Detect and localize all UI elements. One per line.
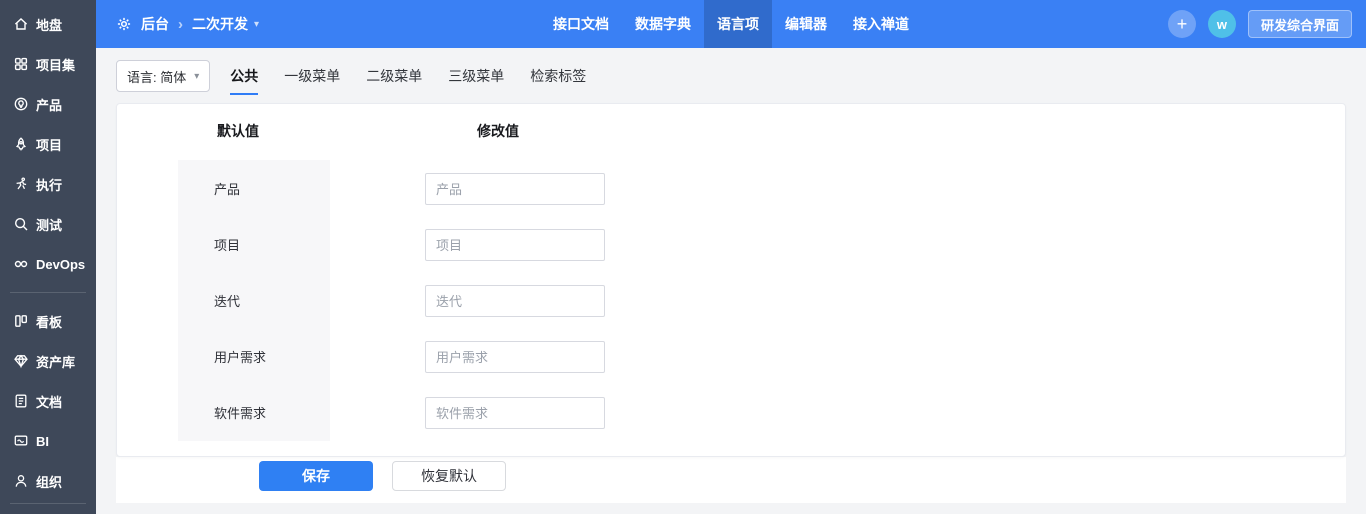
sidebar-item-execution[interactable]: 执行 bbox=[0, 164, 96, 204]
column-header-modified: 修改值 bbox=[477, 123, 519, 139]
chevron-down-icon: ▾ bbox=[194, 70, 200, 82]
breadcrumb-separator-icon: › bbox=[178, 15, 183, 33]
breadcrumb: 后台 › 二次开发 ▾ bbox=[116, 14, 259, 34]
sidebar-item-label: 产品 bbox=[36, 97, 63, 113]
default-value-label: 项目 bbox=[214, 237, 241, 253]
breadcrumb-root[interactable]: 后台 bbox=[141, 14, 169, 34]
sidebar-divider bbox=[10, 503, 86, 504]
default-value-label: 软件需求 bbox=[214, 405, 267, 421]
topbar-right: + w 研发综合界面 bbox=[1167, 10, 1352, 38]
sidebar-item-project[interactable]: 项目 bbox=[0, 124, 96, 164]
sidebar-item-label: 组织 bbox=[36, 474, 63, 490]
sidebar-item-label: 文档 bbox=[36, 394, 63, 410]
avatar[interactable]: w bbox=[1207, 10, 1236, 38]
qa-magnifier-icon bbox=[14, 217, 28, 231]
tab-bar: 公共 一级菜单 二级菜单 三级菜单 检索标签 bbox=[230, 60, 586, 95]
modified-values-column bbox=[425, 173, 605, 429]
sidebar-item-label: 测试 bbox=[36, 217, 63, 233]
sidebar-item-label: 地盘 bbox=[36, 17, 63, 33]
avatar-initial: w bbox=[1216, 16, 1228, 32]
sidebar-item-label: DevOps bbox=[36, 256, 86, 272]
language-dropdown-label: 语言: 简体 bbox=[127, 69, 187, 85]
sidebar-item-doc[interactable]: 文档 bbox=[0, 381, 96, 421]
tab-menu-level1[interactable]: 一级菜单 bbox=[284, 66, 340, 95]
modified-value-input-sprint[interactable] bbox=[425, 285, 605, 317]
sidebar-item-program[interactable]: 项目集 bbox=[0, 44, 96, 84]
sidebar-item-product[interactable]: 产品 bbox=[0, 84, 96, 124]
document-icon bbox=[15, 394, 27, 408]
product-bulb-icon bbox=[14, 97, 28, 111]
plus-icon: + bbox=[1176, 14, 1188, 34]
sidebar-item-label: 项目集 bbox=[36, 57, 76, 73]
sidebar-item-qa[interactable]: 测试 bbox=[0, 204, 96, 244]
add-button[interactable]: + bbox=[1167, 10, 1196, 38]
sidebar: 地盘 项目集 产品 项目 执行 测试 DevOps 看板 资产库 文档 BI 组… bbox=[0, 0, 96, 514]
topbar: 后台 › 二次开发 ▾ 接口文档 数据字典 语言项 编辑器 接入禅道 + w 研… bbox=[96, 0, 1366, 48]
tab-menu-level3[interactable]: 三级菜单 bbox=[448, 66, 504, 95]
app-root: 地盘 项目集 产品 项目 执行 测试 DevOps 看板 资产库 文档 BI 组… bbox=[0, 0, 1366, 514]
modified-value-input-product[interactable] bbox=[425, 173, 605, 205]
caret-down-icon[interactable]: ▾ bbox=[254, 19, 259, 30]
project-rocket-icon bbox=[15, 137, 27, 151]
topnav-api-docs[interactable]: 接口文档 bbox=[540, 0, 622, 48]
bi-monitor-icon bbox=[14, 435, 28, 446]
breadcrumb-current[interactable]: 二次开发 bbox=[192, 14, 248, 34]
topbar-nav: 接口文档 数据字典 语言项 编辑器 接入禅道 bbox=[540, 0, 922, 48]
home-icon bbox=[14, 18, 28, 30]
default-value-label: 用户需求 bbox=[214, 349, 267, 365]
assets-gem-icon bbox=[14, 354, 28, 369]
sidebar-item-label: 资产库 bbox=[36, 354, 76, 370]
kanban-board-icon bbox=[15, 315, 28, 327]
program-grid-icon bbox=[14, 57, 28, 71]
sidebar-item-dipan[interactable]: 地盘 bbox=[0, 4, 96, 44]
sidebar-item-devops[interactable]: DevOps bbox=[0, 244, 96, 284]
execution-runner-icon bbox=[16, 177, 27, 190]
organization-user-icon bbox=[15, 475, 27, 487]
sidebar-item-bi[interactable]: BI bbox=[0, 421, 96, 461]
language-form-card: 默认值 修改值 产品 项目 迭代 用户需求 软件需求 bbox=[116, 103, 1346, 457]
tab-common[interactable]: 公共 bbox=[230, 66, 259, 95]
save-button[interactable]: 保存 bbox=[259, 461, 373, 491]
default-value-label: 产品 bbox=[214, 181, 241, 197]
dev-workbench-button[interactable]: 研发综合界面 bbox=[1247, 10, 1352, 38]
column-header-default: 默认值 bbox=[217, 123, 259, 139]
modified-value-input-userstory[interactable] bbox=[425, 341, 605, 373]
default-values-panel: 产品 项目 迭代 用户需求 软件需求 bbox=[178, 160, 330, 441]
topnav-lang-items[interactable]: 语言项 bbox=[704, 0, 772, 48]
form-footer: 保存 恢复默认 bbox=[116, 457, 1346, 503]
sidebar-item-label: BI bbox=[36, 433, 49, 449]
sidebar-divider bbox=[10, 292, 86, 293]
topnav-editor[interactable]: 编辑器 bbox=[772, 0, 840, 48]
restore-default-button[interactable]: 恢复默认 bbox=[392, 461, 506, 491]
devops-infinity-icon bbox=[14, 260, 28, 268]
default-value-label: 迭代 bbox=[214, 293, 241, 309]
sidebar-item-org[interactable]: 组织 bbox=[0, 461, 96, 501]
gear-icon bbox=[117, 17, 131, 31]
main-area: 后台 › 二次开发 ▾ 接口文档 数据字典 语言项 编辑器 接入禅道 + w 研… bbox=[96, 0, 1366, 514]
tab-search-labels[interactable]: 检索标签 bbox=[530, 66, 586, 95]
sidebar-item-label: 执行 bbox=[36, 177, 63, 193]
modified-value-input-softwarereq[interactable] bbox=[425, 397, 605, 429]
tab-menu-level2[interactable]: 二级菜单 bbox=[366, 66, 422, 95]
language-dropdown[interactable]: 语言: 简体 ▾ bbox=[116, 60, 211, 92]
topnav-integrate[interactable]: 接入禅道 bbox=[840, 0, 922, 48]
sidebar-item-kanban[interactable]: 看板 bbox=[0, 301, 96, 341]
modified-value-input-project[interactable] bbox=[425, 229, 605, 261]
topnav-data-dict[interactable]: 数据字典 bbox=[622, 0, 704, 48]
toolbar: 语言: 简体 ▾ 公共 一级菜单 二级菜单 三级菜单 检索标签 bbox=[116, 60, 1346, 98]
sidebar-item-label: 项目 bbox=[36, 137, 63, 153]
sidebar-item-assets[interactable]: 资产库 bbox=[0, 341, 96, 381]
sidebar-item-label: 看板 bbox=[36, 314, 63, 330]
